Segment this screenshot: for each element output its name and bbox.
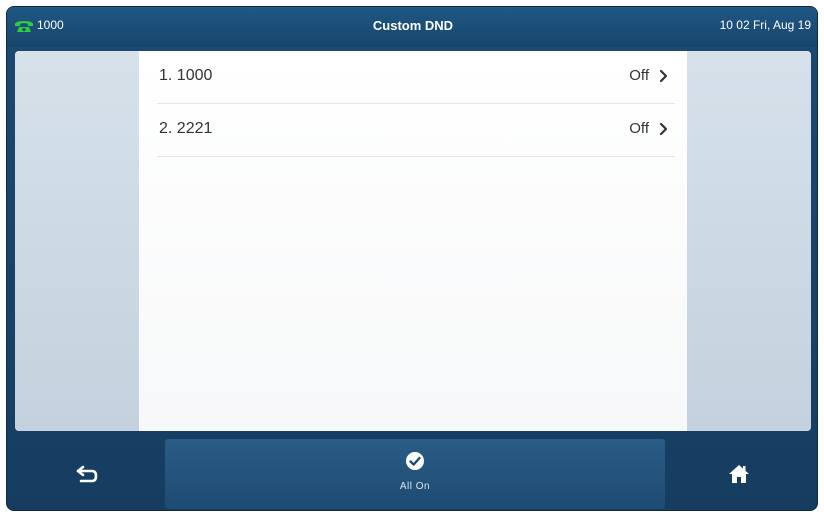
list-item-account-1000[interactable]: 1. 1000 Off — [157, 51, 675, 104]
content-area: 1. 1000 Off 2. 2221 Off — [15, 51, 811, 431]
right-side-panel — [687, 51, 811, 431]
page-title: Custom DND — [372, 18, 454, 33]
date-time: 10 02 Fri, Aug 19 — [719, 18, 811, 32]
list-item-account-2221[interactable]: 2. 2221 Off — [157, 104, 675, 157]
chevron-right-icon — [659, 69, 668, 83]
softkey-label: All On — [399, 481, 431, 492]
list-item-label: 1. 1000 — [159, 67, 213, 84]
home-button[interactable] — [689, 435, 789, 510]
all-on-button[interactable]: All On — [165, 439, 665, 509]
bottom-softkey-bar: All On — [7, 435, 817, 510]
dnd-status-value: Off — [629, 120, 649, 137]
dnd-status-value: Off — [629, 67, 649, 84]
phone-screen: 1000 Custom DND 10 02 Fri, Aug 19 1. 100… — [6, 6, 818, 511]
left-side-panel — [15, 51, 139, 431]
account-list: 1. 1000 Off 2. 2221 Off — [139, 51, 687, 431]
back-button[interactable] — [37, 435, 137, 510]
status-bar: 1000 Custom DND 10 02 Fri, Aug 19 — [7, 7, 817, 47]
check-circle-icon — [406, 452, 424, 470]
back-arrow-icon — [76, 465, 98, 482]
list-item-label: 2. 2221 — [159, 120, 213, 137]
chevron-right-icon — [659, 122, 668, 136]
home-icon — [729, 464, 749, 483]
